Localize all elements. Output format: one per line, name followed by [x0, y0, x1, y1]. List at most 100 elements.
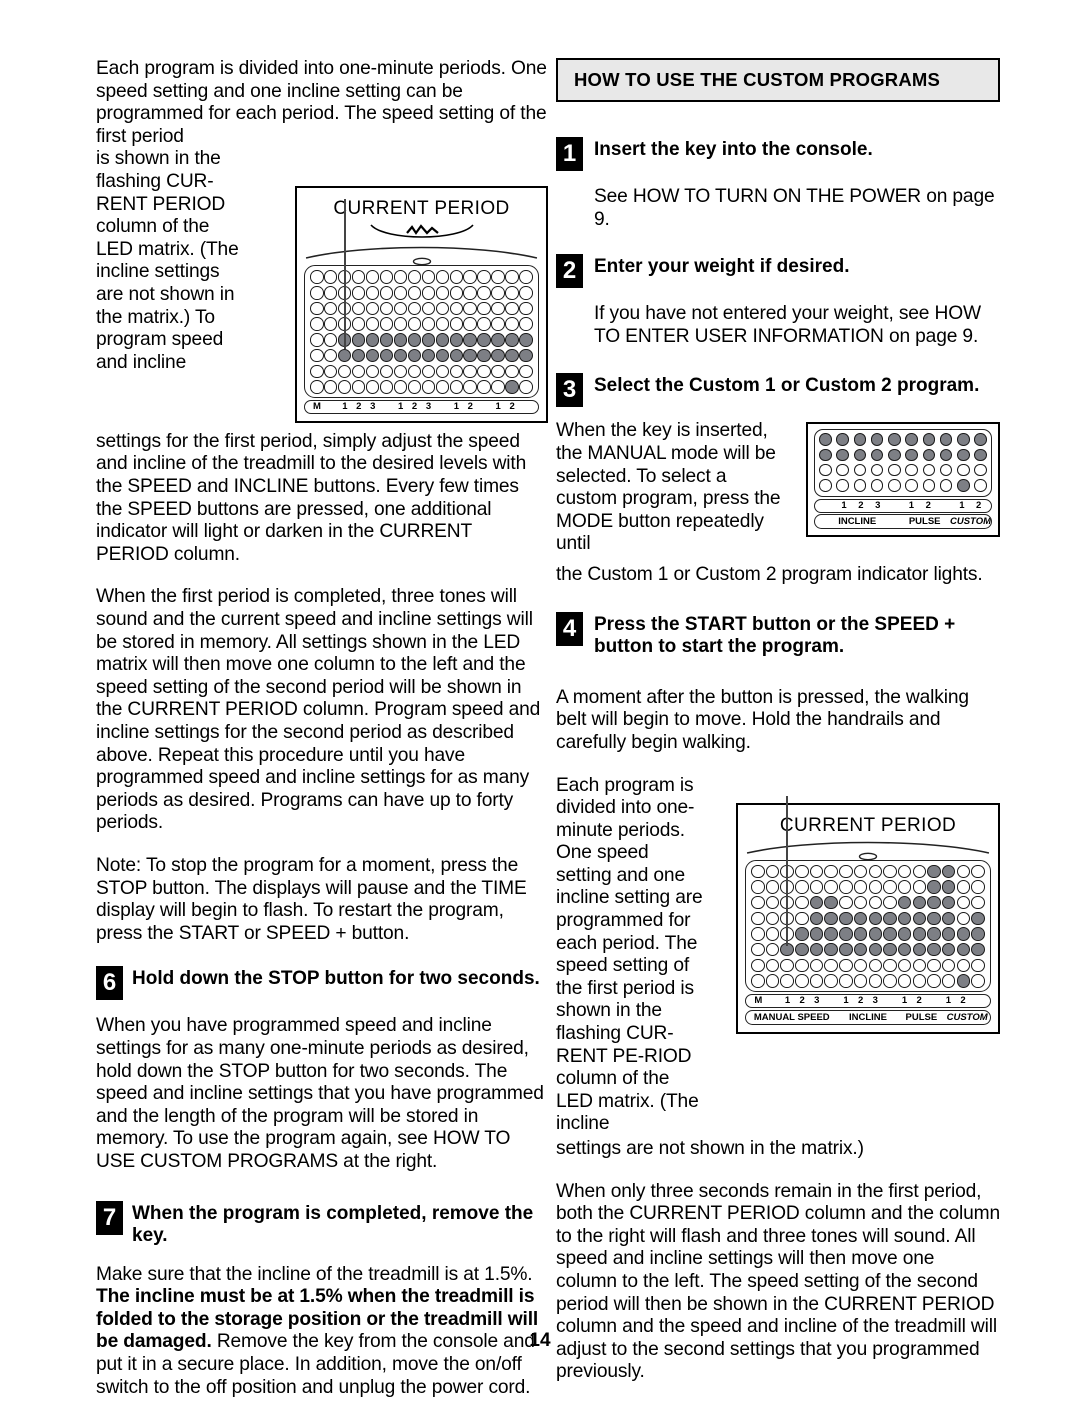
led-indicator [351, 348, 366, 363]
led-column-label: 1 [908, 499, 915, 511]
led-indicator [393, 286, 408, 300]
led-indicator [809, 895, 824, 910]
console-title-label: CURRENT PERIOD [333, 198, 510, 220]
led-column-label: 1 [843, 995, 849, 1006]
led-indicator [905, 433, 918, 446]
led-indicator [809, 911, 824, 926]
page-number: 14 [529, 1330, 551, 1351]
led-indicator [795, 942, 809, 957]
step-2-number: 2 [556, 254, 583, 289]
led-indicator [809, 974, 824, 988]
led-indicator [824, 911, 838, 926]
led-indicator [897, 974, 912, 988]
led-indicator [870, 463, 884, 477]
led-indicator [477, 286, 491, 300]
led-indicator [379, 333, 394, 347]
led-indicator [393, 364, 408, 378]
led-column-label: 2 [916, 995, 922, 1006]
led-indicator [839, 864, 853, 878]
led-indicator [310, 348, 324, 363]
led-indicator [463, 333, 477, 347]
led-indicator [853, 942, 868, 957]
led-column-label: 2 [509, 400, 515, 412]
led-matrix-group-labels: MANUAL SPEED INCLINE PULSE CUSTOM [745, 1009, 991, 1025]
led-indicator [407, 364, 422, 378]
led-indicator [477, 317, 491, 331]
led-indicator [751, 974, 765, 988]
led-column-label: 2 [467, 400, 473, 412]
led-indicator [751, 927, 765, 941]
led-indicator [883, 895, 897, 910]
led-indicator [463, 317, 477, 331]
led-indicator [853, 463, 867, 477]
console-title-label-2: CURRENT PERIOD [779, 814, 957, 836]
led-indicator [323, 380, 338, 394]
paragraph-period-complete: When the first period is completed, thre… [96, 586, 541, 834]
led-indicator [839, 895, 853, 910]
led-indicator [939, 463, 953, 477]
led-indicator [351, 380, 366, 394]
step-4-title: Press the START button or the SPEED + bu… [594, 613, 956, 658]
led-indicator [365, 301, 380, 316]
led-column-label [887, 500, 902, 512]
led-indicator [824, 958, 838, 973]
led-indicator [941, 958, 956, 973]
led-column-label: 1 [945, 995, 952, 1006]
step-2-body: If you have not entered your weight, see… [594, 303, 981, 347]
led-indicator [905, 463, 918, 477]
led-indicator [765, 895, 780, 910]
led-indicator [971, 911, 985, 926]
led-indicator [379, 380, 394, 394]
led-indicator [751, 895, 765, 910]
led-indicator [868, 974, 882, 988]
led-indicator [819, 448, 832, 462]
led-indicator [491, 286, 505, 300]
led-indicator [956, 880, 971, 894]
led-indicator [765, 864, 780, 878]
step-4-number: 4 [556, 611, 583, 646]
led-indicator [477, 333, 491, 347]
led-indicator [477, 348, 491, 363]
led-indicator [491, 348, 505, 363]
led-indicator [905, 479, 918, 492]
led-indicator [853, 864, 868, 878]
led-matrix-column-labels: M1231231212 [745, 994, 991, 1008]
led-indicator [897, 895, 912, 910]
led-indicator [853, 895, 868, 910]
led-indicator [491, 364, 505, 378]
led-indicator [477, 270, 491, 284]
led-indicator [421, 270, 436, 284]
console-diagram-step3: 1 2 3 1 2 1 2 INCLINE PULSE CUSTOM [806, 422, 1000, 538]
figure-text-wrap-right: CURRENT PERIOD M1231231212 MANUAL SPEED … [556, 775, 1000, 1137]
led-indicator [323, 348, 338, 363]
led-indicator [888, 479, 901, 492]
led-indicator [491, 317, 505, 331]
led-indicator [941, 974, 956, 988]
step-3: 3 Select the Custom 1 or Custom 2 progra… [556, 372, 1000, 408]
led-column-label: M [754, 995, 763, 1006]
document-page: Each program is divided into one-minute … [0, 0, 1080, 1398]
led-column-label: 3 [872, 995, 878, 1006]
led-indicator [310, 380, 324, 394]
led-indicator [379, 286, 394, 300]
led-indicator [971, 942, 985, 957]
led-indicator [379, 270, 394, 284]
led-indicator [463, 348, 477, 363]
led-indicator [809, 864, 824, 878]
led-indicator [365, 286, 380, 300]
led-indicator [751, 958, 765, 973]
step-3-body-after: the Custom 1 or Custom 2 program indicat… [556, 563, 983, 585]
led-indicator [956, 958, 971, 973]
led-column-label [766, 995, 781, 1007]
led-indicator [905, 448, 918, 462]
led-indicator [795, 927, 809, 941]
led-indicator [870, 479, 884, 492]
led-indicator [393, 380, 408, 394]
led-indicator [491, 380, 505, 394]
led-indicator [853, 880, 868, 894]
step-7-number: 7 [96, 1200, 123, 1235]
led-indicator [505, 333, 519, 347]
led-indicator [491, 333, 505, 347]
led-indicator [505, 317, 519, 331]
led-indicator [839, 911, 853, 926]
